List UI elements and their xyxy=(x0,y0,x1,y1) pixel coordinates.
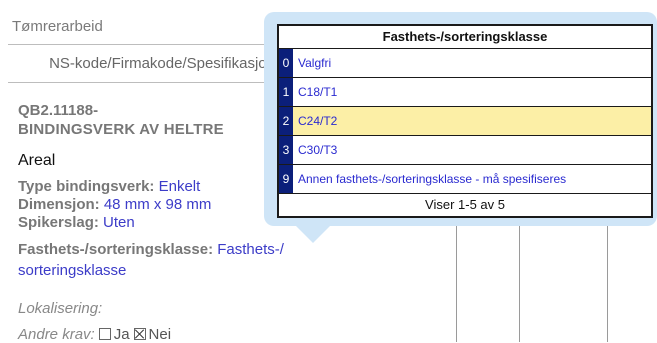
prop-value-link[interactable]: Enkelt xyxy=(159,178,201,195)
prop-value-link[interactable]: 48 mm x 98 mm xyxy=(104,196,212,213)
prop-label: Dimensjon: xyxy=(18,196,104,213)
prop-label: Type bindingsverk: xyxy=(18,178,159,195)
prop-label: Spikerslag: xyxy=(18,214,104,231)
lookup-option[interactable]: 2 C24/T2 xyxy=(279,107,651,136)
lookup-title: Fasthets-/sorteringsklasse xyxy=(279,26,651,49)
lookup-option[interactable]: 3 C30/T3 xyxy=(279,136,651,165)
section-divider xyxy=(8,44,283,45)
header-divider xyxy=(8,82,283,83)
other-requirements: Andre krav: Ja Nei xyxy=(18,326,171,343)
option-key: 9 xyxy=(279,165,293,193)
prop-fasthetsklasse-cont: sorteringsklasse xyxy=(18,262,126,280)
option-label[interactable]: C30/T3 xyxy=(293,136,651,164)
lookup-option[interactable]: 9 Annen fasthets-/sorteringsklasse - må … xyxy=(279,165,651,194)
option-label[interactable]: Valgfri xyxy=(293,49,651,77)
localization-label: Lokalisering: xyxy=(18,300,103,317)
prop-dimensjon: Dimensjon: 48 mm x 98 mm xyxy=(18,196,211,214)
prop-label: Fasthets-/sorteringsklasse: xyxy=(18,241,218,258)
table-column-divider xyxy=(519,220,520,342)
option-key: 2 xyxy=(279,107,293,135)
prop-spikerslag: Spikerslag: Uten xyxy=(18,214,135,232)
prop-fasthetsklasse: Fasthets-/sorteringsklasse: Fasthets-/ xyxy=(18,241,284,259)
prop-value-link[interactable]: Fasthets-/ xyxy=(217,241,284,258)
code-column-header: NS-kode/Firmakode/Spesifikasjon xyxy=(49,55,275,72)
lookup-option[interactable]: 0 Valgfri xyxy=(279,49,651,78)
table-column-divider xyxy=(456,220,457,342)
prop-value-link[interactable]: Uten xyxy=(103,214,135,231)
item-code: QB2.11188- xyxy=(18,102,99,119)
checkbox-no-label: Nei xyxy=(148,326,172,343)
section-title: Tømrerarbeid xyxy=(12,18,103,35)
prop-type-bindingsverk: Type bindingsverk: Enkelt xyxy=(18,178,200,196)
item-name: BINDINGSVERK AV HELTRE xyxy=(18,121,224,138)
lookup-option[interactable]: 1 C18/T1 xyxy=(279,78,651,107)
popup-pointer xyxy=(295,225,331,243)
option-label[interactable]: C24/T2 xyxy=(293,107,651,135)
option-key: 3 xyxy=(279,136,293,164)
option-label[interactable]: Annen fasthets-/sorteringsklasse - må sp… xyxy=(293,165,651,193)
checkbox-yes-label: Ja xyxy=(113,326,130,343)
table-column-divider xyxy=(607,220,608,342)
prop-value-link[interactable]: sorteringsklasse xyxy=(18,262,126,279)
checkbox-no[interactable] xyxy=(133,328,146,340)
option-key: 1 xyxy=(279,78,293,106)
other-req-label: Andre krav: xyxy=(18,326,95,343)
lookup-footer: Viser 1-5 av 5 xyxy=(425,197,505,212)
lookup-list: Fasthets-/sorteringsklasse 0 Valgfri 1 C… xyxy=(277,24,653,218)
option-key: 0 xyxy=(279,49,293,77)
checkbox-yes[interactable] xyxy=(98,328,111,340)
item-unit: Areal xyxy=(18,152,56,169)
option-label[interactable]: C18/T1 xyxy=(293,78,651,106)
